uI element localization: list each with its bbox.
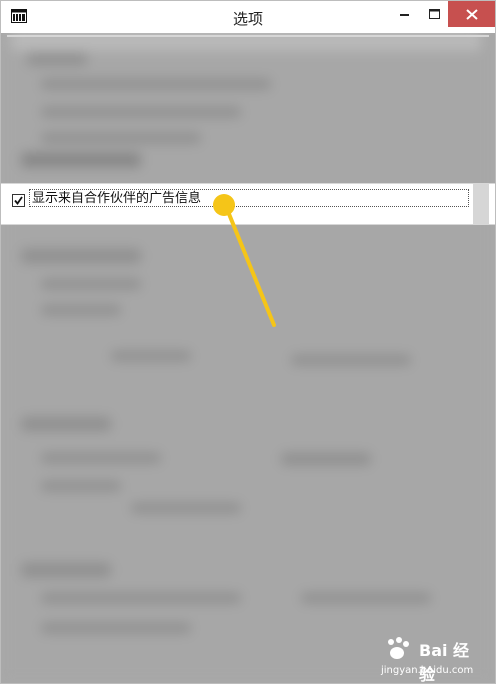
partner-ads-option-row[interactable]: 显示来自合作伙伴的广告信息 xyxy=(1,183,495,225)
minimize-button[interactable] xyxy=(390,1,420,27)
maximize-icon xyxy=(428,9,440,19)
checkmark-icon xyxy=(14,196,23,205)
top-separator xyxy=(7,35,489,37)
options-content: 显示来自合作伙伴的广告信息 Bai 经验 jingyan.baidu.com xyxy=(1,33,495,683)
partner-ads-checkbox[interactable] xyxy=(12,194,25,207)
maximize-button[interactable] xyxy=(420,1,448,27)
watermark-brand: Bai 经验 xyxy=(419,641,470,683)
title-bar: 选项 xyxy=(1,1,495,33)
close-button[interactable] xyxy=(448,1,495,27)
partner-ads-label[interactable]: 显示来自合作伙伴的广告信息 xyxy=(29,189,469,207)
blurred-settings-area xyxy=(1,33,495,683)
close-icon xyxy=(465,8,478,20)
options-window: 选项 显示来自合作伙伴的广告信息 Bai 经验 jingyan.baidu.co… xyxy=(0,0,496,684)
baidu-watermark: Bai 经验 jingyan.baidu.com xyxy=(375,633,485,683)
minimize-icon xyxy=(400,14,409,16)
watermark-url: jingyan.baidu.com xyxy=(381,665,474,676)
scrollbar-track[interactable] xyxy=(473,184,489,224)
paw-icon xyxy=(388,637,409,659)
